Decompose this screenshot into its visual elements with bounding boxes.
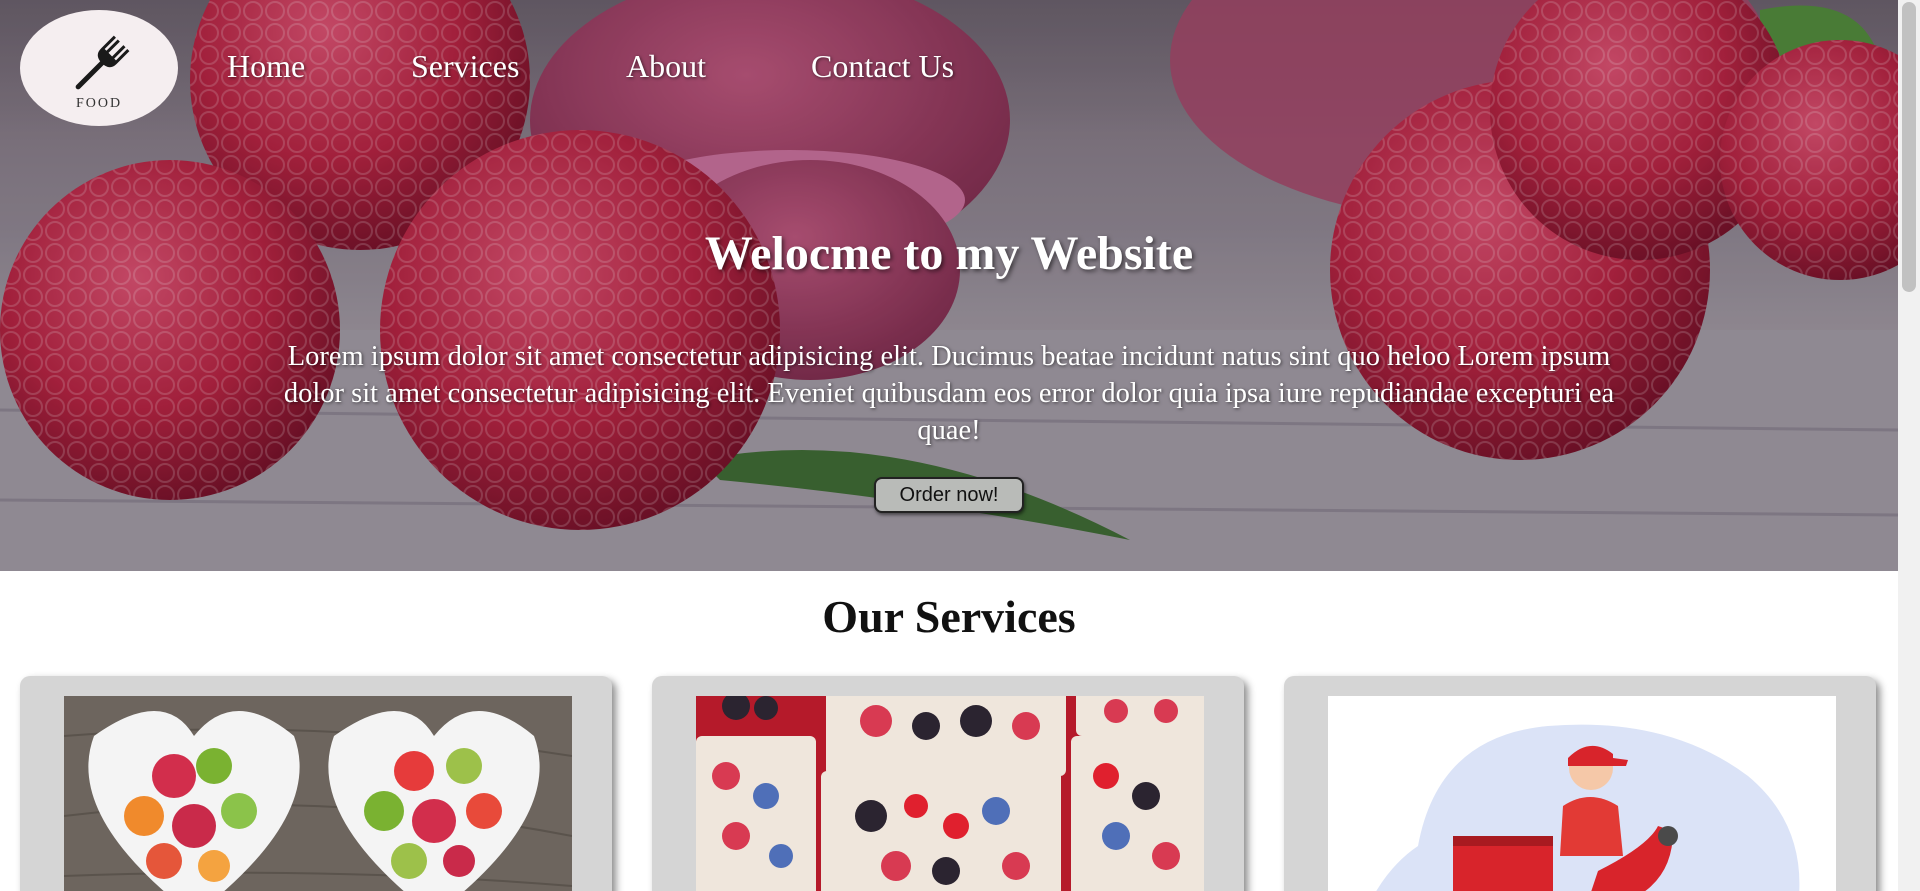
service-card-3 — [1284, 676, 1876, 891]
nav-item-contact-us[interactable]: Contact Us — [811, 48, 954, 85]
page: FOOD Home Services About Contact Us Welo… — [0, 0, 1898, 891]
berry-baskets-image — [696, 696, 1204, 891]
hero-text: Lorem ipsum dolor sit amet consectetur a… — [283, 341, 1615, 446]
delivery-scooter-image — [1328, 696, 1836, 891]
fruit-salad-bowls-image — [64, 696, 572, 891]
services-title: Our Services — [822, 591, 1076, 642]
nav-item-services[interactable]: Services — [411, 48, 519, 85]
nav-item-about[interactable]: About — [626, 48, 706, 85]
order-now-button[interactable]: Order now! — [874, 477, 1024, 513]
logo[interactable]: FOOD — [20, 10, 178, 126]
fork-icon — [75, 35, 130, 90]
hero-title: Welocme to my Website — [704, 227, 1194, 280]
service-card-2 — [652, 676, 1244, 891]
nav-item-home[interactable]: Home — [227, 48, 305, 85]
service-card-1 — [20, 676, 612, 891]
hero-banner: FOOD Home Services About Contact Us Welo… — [0, 0, 1898, 571]
logo-text: FOOD — [75, 96, 123, 111]
vertical-scrollbar[interactable] — [1898, 0, 1920, 891]
scrollbar-thumb[interactable] — [1902, 2, 1916, 292]
